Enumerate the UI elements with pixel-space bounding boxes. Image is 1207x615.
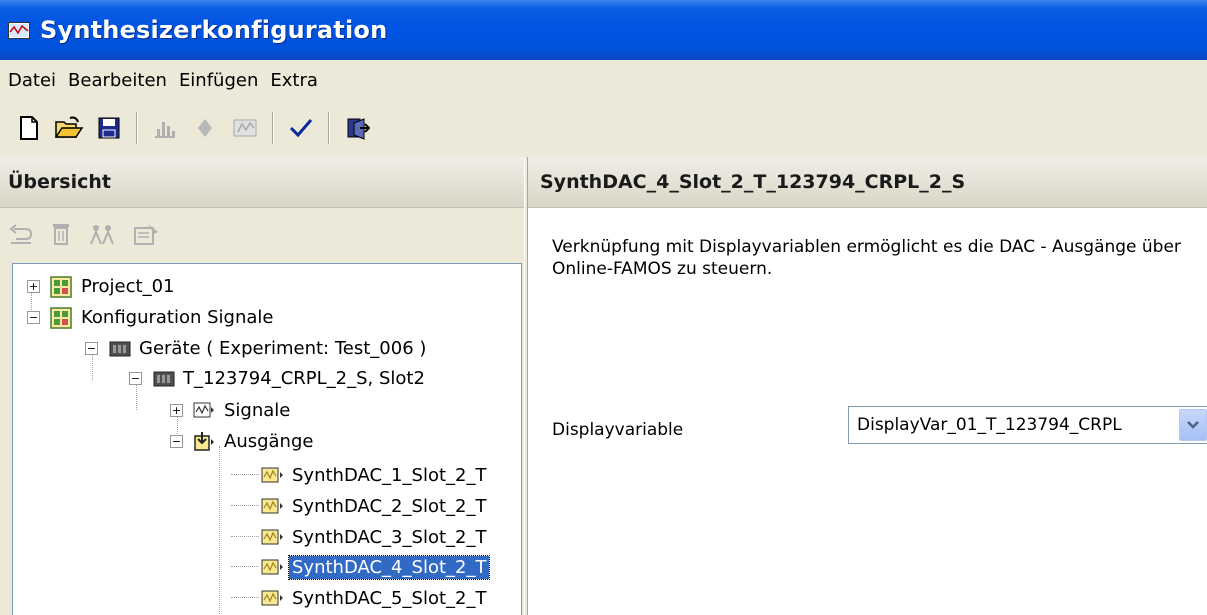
tree-item-label: SynthDAC_5_Slot_2_T — [292, 587, 487, 609]
collapse-button[interactable]: − — [27, 310, 40, 324]
tree-item-label: Project_01 — [81, 275, 175, 297]
tree-item-label: SynthDAC_3_Slot_2_T — [292, 526, 487, 548]
properties-icon[interactable] — [132, 222, 160, 250]
tree-item-project[interactable]: + Project_01 — [27, 271, 178, 301]
signal-icon — [193, 400, 214, 420]
tree-item-synthdac-1[interactable]: SynthDAC_1_Slot_2_T — [261, 460, 489, 490]
toolbar-separator — [272, 112, 274, 144]
overview-toolbar — [0, 208, 524, 263]
displayvariable-select[interactable]: DisplayVar_01_T_123794_CRPL — [848, 406, 1207, 444]
people-icon[interactable] — [88, 222, 116, 250]
detail-title: SynthDAC_4_Slot_2_T_123794_CRPL_2_S — [540, 171, 966, 193]
dac-icon — [261, 588, 283, 608]
tree-item-label: Ausgänge — [224, 430, 314, 452]
displayvariable-value: DisplayVar_01_T_123794_CRPL — [857, 415, 1122, 435]
dac-icon — [261, 465, 283, 485]
toolbar — [0, 100, 1207, 156]
title-bar[interactable]: Synthesizerkonfiguration — [0, 0, 1207, 60]
window-icon — [8, 21, 30, 39]
output-icon — [193, 431, 214, 451]
collapse-button[interactable]: − — [170, 434, 183, 448]
tree-item-device-slot[interactable]: − T_123794_CRPL_2_S, Slot2 — [129, 363, 428, 393]
tree-line — [219, 446, 220, 615]
toolbar-separator — [136, 112, 138, 144]
menu-bearbeiten[interactable]: Bearbeiten — [62, 66, 173, 95]
window-title: Synthesizerkonfiguration — [40, 16, 388, 44]
tree-item-label: SynthDAC_1_Slot_2_T — [292, 464, 487, 486]
toolbar-separator — [328, 112, 330, 144]
menu-extra[interactable]: Extra — [264, 66, 324, 95]
tree-item-geraete[interactable]: − Geräte ( Experiment: Test_006 ) — [85, 333, 429, 363]
device-icon — [152, 368, 175, 388]
overview-title: Übersicht — [8, 171, 111, 193]
tree-item-synthdac-3[interactable]: SynthDAC_3_Slot_2_T — [261, 522, 489, 552]
tree-line — [231, 474, 259, 475]
overview-header: Übersicht — [0, 157, 524, 208]
check-icon[interactable] — [286, 113, 316, 143]
detail-header: SynthDAC_4_Slot_2_T_123794_CRPL_2_S — [528, 157, 1207, 208]
tree-line — [231, 536, 259, 537]
expand-button[interactable]: + — [170, 403, 183, 417]
displayvariable-label: Displayvariable — [552, 420, 684, 440]
collapse-button[interactable]: − — [129, 371, 142, 385]
grid-icon[interactable] — [230, 113, 260, 143]
tree-item-label: Signale — [224, 399, 291, 421]
open-folder-icon[interactable] — [54, 113, 84, 143]
tree-item-ausgaenge[interactable]: − Ausgänge — [170, 426, 316, 456]
undo-icon[interactable] — [8, 223, 34, 249]
tree-item-label: Geräte ( Experiment: Test_006 ) — [139, 337, 427, 359]
tree-item-konfiguration-signale[interactable]: − Konfiguration Signale — [27, 302, 277, 332]
tree-item-label: Konfiguration Signale — [81, 306, 274, 328]
tree-item-label: SynthDAC_2_Slot_2_T — [292, 495, 487, 517]
save-icon[interactable] — [94, 113, 124, 143]
collapse-button[interactable]: − — [85, 341, 98, 355]
tree-item-synthdac-4[interactable]: SynthDAC_4_Slot_2_T — [261, 552, 491, 582]
tree-line — [231, 597, 259, 598]
detail-description: Verknüpfung mit Displayvariablen ermögli… — [552, 237, 1181, 279]
menu-einfuegen[interactable]: Einfügen — [173, 66, 264, 95]
tree-item-synthdac-2[interactable]: SynthDAC_2_Slot_2_T — [261, 491, 489, 521]
diamond-icon[interactable] — [190, 113, 220, 143]
tree-line — [231, 566, 259, 567]
project-icon — [50, 307, 72, 329]
exit-icon[interactable] — [342, 113, 372, 143]
chevron-down-icon[interactable] — [1179, 409, 1207, 441]
chart-icon[interactable] — [150, 113, 180, 143]
dac-icon — [261, 527, 283, 547]
menu-bar: Datei Bearbeiten Einfügen Extra — [0, 60, 1207, 100]
device-icon — [108, 338, 131, 358]
dac-icon — [261, 557, 283, 577]
new-document-icon[interactable] — [14, 113, 44, 143]
tree-item-label: T_123794_CRPL_2_S, Slot2 — [183, 367, 425, 389]
tree-item-synthdac-5[interactable]: SynthDAC_5_Slot_2_T — [261, 583, 489, 613]
tree-item-signale[interactable]: + Signale — [170, 395, 293, 425]
app-window: Synthesizerkonfiguration Datei Bearbeite… — [0, 0, 1207, 615]
menu-datei[interactable]: Datei — [2, 66, 62, 95]
delete-icon[interactable] — [50, 222, 72, 250]
overview-tree[interactable]: + Project_01 − Konfiguration Signale − G… — [12, 263, 522, 615]
tree-line — [231, 505, 259, 506]
dac-icon — [261, 496, 283, 516]
expand-button[interactable]: + — [27, 279, 40, 293]
project-icon — [50, 276, 72, 298]
detail-panel: Verknüpfung mit Displayvariablen ermögli… — [528, 208, 1207, 615]
tree-item-label-selected: SynthDAC_4_Slot_2_T — [287, 554, 491, 580]
